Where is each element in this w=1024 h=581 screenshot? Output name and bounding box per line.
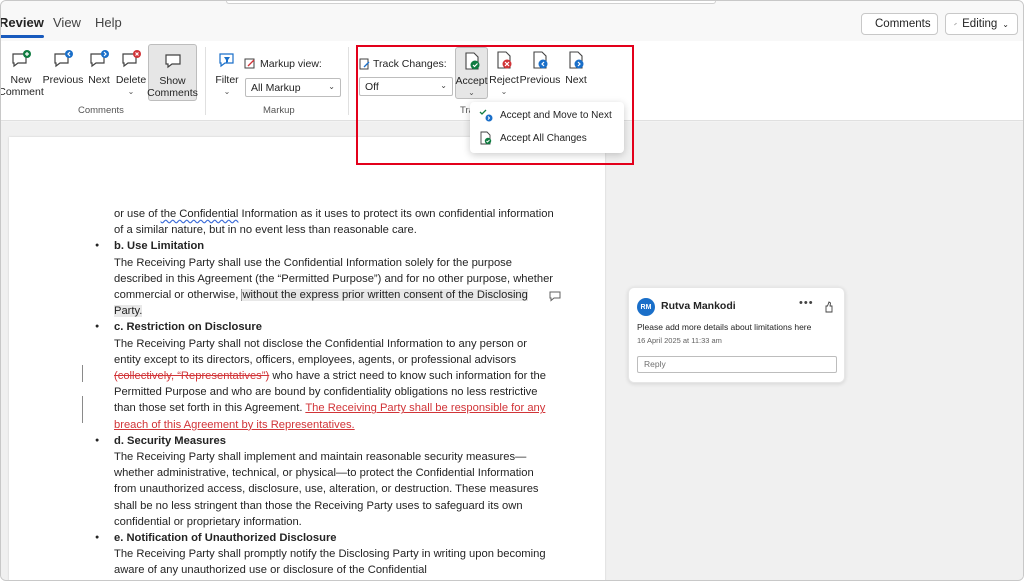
comment-author: Rutva Mankodi (661, 300, 736, 312)
comment-marker-icon[interactable] (549, 289, 561, 302)
delete-comment-label: Delete (115, 74, 147, 86)
chevron-down-icon: ⌄ (1002, 19, 1009, 29)
comment-date: 16 April 2025 at 11:33 am (637, 336, 722, 345)
new-comment-button[interactable]: New Comment (0, 49, 44, 98)
tab-help[interactable]: Help (95, 15, 122, 30)
title-bar-edge (226, 1, 716, 4)
heading-notification: e. Notification of Unauthorized Disclosu… (95, 530, 554, 546)
more-options-icon[interactable]: ••• (799, 297, 814, 309)
tracked-deletion[interactable]: (collectively, “Representatives”) (114, 370, 269, 382)
word-window: Review View Help Comments Editing ⌄ New … (0, 0, 1024, 581)
show-comments-label-1: Show (159, 75, 186, 87)
editing-mode-button[interactable]: Editing ⌄ (945, 13, 1018, 35)
markup-view-icon (244, 57, 257, 70)
previous-comment-icon (52, 49, 74, 71)
paragraph-notification: The Receiving Party shall promptly notif… (114, 548, 546, 577)
show-comments-label-2: Comments (147, 87, 198, 99)
text-run: The Receiving Party shall not disclose t… (114, 337, 527, 366)
markup-group-label: Markup (263, 105, 295, 116)
comments-group-label: Comments (78, 105, 124, 116)
group-divider (348, 47, 349, 115)
markup-view-label: Markup view: (260, 58, 322, 70)
tab-review[interactable]: Review (1, 15, 44, 38)
markup-view-value: All Markup (251, 81, 301, 94)
previous-comment-button[interactable]: Previous (43, 49, 83, 86)
next-comment-icon (88, 49, 110, 71)
new-comment-icon (10, 49, 32, 71)
reply-input[interactable]: Reply (637, 356, 837, 373)
text-run-flagged: the Confidential (160, 208, 239, 220)
paragraph-restriction-on-disclosure: The Receiving Party shall not disclose t… (114, 336, 554, 433)
next-comment-button[interactable]: Next (85, 49, 113, 86)
like-icon[interactable] (824, 300, 833, 313)
comments-pane-button[interactable]: Comments (861, 13, 938, 35)
text-run: or use of (114, 208, 161, 220)
comment-text: Please add more details about limitation… (637, 322, 812, 332)
heading-restriction-on-disclosure: c. Restriction on Disclosure (95, 319, 554, 335)
change-bar (82, 396, 83, 423)
pencil-icon (954, 22, 957, 26)
show-comments-icon (162, 50, 184, 72)
delete-comment-button[interactable]: Delete ⌄ (115, 49, 147, 98)
heading-security-measures: d. Security Measures (95, 433, 554, 449)
document-body[interactable]: or use of the Confidential Information a… (95, 206, 554, 579)
highlight-annotation-box (356, 45, 634, 165)
editing-button-label: Editing (962, 18, 998, 30)
heading-use-limitation: b. Use Limitation (95, 238, 554, 254)
delete-comment-icon (120, 49, 142, 71)
show-comments-button[interactable]: Show Comments (147, 44, 198, 101)
filter-icon (216, 49, 238, 71)
avatar: RM (637, 298, 655, 316)
paragraph-a-end: or use of the Confidential Information a… (114, 206, 554, 238)
previous-comment-label: Previous (42, 74, 84, 86)
menu-bar: Review View Help Comments Editing ⌄ (1, 1, 1023, 41)
filter-button[interactable]: Filter ⌄ (214, 49, 240, 98)
tab-view[interactable]: View (53, 15, 81, 30)
comments-button-label: Comments (875, 18, 931, 30)
new-comment-label-2: Comment (0, 86, 44, 98)
chevron-down-icon: ⌄ (127, 87, 135, 96)
change-bar (82, 365, 83, 382)
chevron-down-icon: ⌄ (328, 82, 335, 91)
paragraph-security-measures: The Receiving Party shall implement and … (114, 451, 539, 528)
paragraph-use-limitation: The Receiving Party shall use the Confid… (114, 255, 554, 320)
next-comment-label: Next (88, 74, 110, 86)
group-divider (205, 47, 206, 115)
comment-card[interactable]: RM Rutva Mankodi ••• Please add more det… (628, 287, 845, 383)
new-comment-label-1: New (10, 74, 32, 86)
filter-label: Filter (215, 74, 239, 86)
chevron-down-icon: ⌄ (223, 87, 231, 96)
markup-view-select[interactable]: All Markup ⌄ (245, 78, 341, 97)
